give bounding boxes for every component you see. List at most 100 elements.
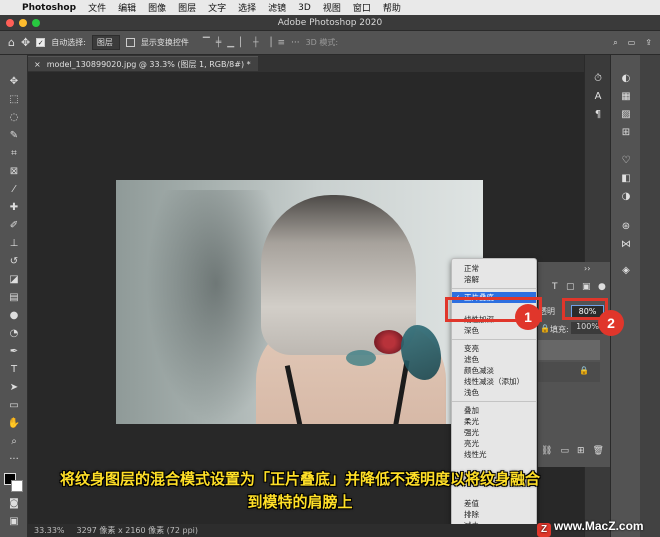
close-tab-icon[interactable]: × [34, 60, 41, 69]
align-left-icon[interactable]: ▏ [240, 38, 247, 48]
swatches-panel-icon[interactable]: ▦ [619, 91, 633, 103]
move-tool-icon[interactable]: ✥ [21, 36, 30, 49]
menu-help[interactable]: 帮助 [383, 1, 401, 14]
blend-lighten[interactable]: 变亮 [452, 343, 536, 354]
dropdown-separator [452, 401, 536, 402]
eraser-tool-icon[interactable]: ◪ [6, 273, 22, 287]
shape-filter-icon[interactable]: ▢ [566, 282, 575, 292]
patterns-panel-icon[interactable]: ⊞ [619, 127, 633, 139]
blend-hard-light[interactable]: 强光 [452, 427, 536, 438]
zoom-tool-icon[interactable]: ⌕ [6, 435, 22, 449]
hand-tool-icon[interactable]: ✋ [6, 417, 22, 431]
layer-row[interactable] [538, 362, 600, 382]
panel-menu-icon[interactable]: ›› [584, 264, 590, 273]
eyedropper-tool-icon[interactable]: ⁄ [6, 183, 22, 197]
align-bottom-icon[interactable]: ▁ [227, 38, 234, 48]
gradient-tool-icon[interactable]: ▤ [6, 291, 22, 305]
paths-panel-icon[interactable]: ⋈ [619, 239, 633, 251]
more-options-icon[interactable]: ··· [291, 38, 300, 48]
layers-panel-icon[interactable]: ◈ [619, 265, 633, 277]
blend-overlay[interactable]: 叠加 [452, 405, 536, 416]
align-top-icon[interactable]: ▔ [203, 38, 210, 48]
blend-lighter-color[interactable]: 浅色 [452, 387, 536, 398]
blend-dissolve[interactable]: 溶解 [452, 274, 536, 285]
align-buttons: ▔ ╪ ▁ ▏ ┼ ▕ ≡ ··· [203, 38, 300, 48]
adjustments-panel-icon[interactable]: ◑ [619, 191, 633, 203]
blend-color-dodge[interactable]: 颜色减淡 [452, 365, 536, 376]
history-panel-icon[interactable]: ⏱ [591, 73, 605, 85]
path-select-icon[interactable]: ➤ [6, 381, 22, 395]
marquee-tool-icon[interactable]: ⬚ [6, 93, 22, 107]
watermark-logo-icon: Z [537, 523, 551, 537]
blend-screen[interactable]: 滤色 [452, 354, 536, 365]
color-panel-icon[interactable]: ◐ [619, 73, 633, 85]
clone-stamp-icon[interactable]: ⊥ [6, 237, 22, 251]
show-transform-checkbox[interactable] [125, 38, 135, 47]
quick-mask-icon[interactable]: ◙ [6, 497, 22, 511]
lasso-tool-icon[interactable]: ◌ [6, 111, 22, 125]
auto-select-checkbox[interactable]: ✓ [36, 38, 46, 47]
align-middle-icon[interactable]: ╪ [216, 38, 221, 48]
close-window-button[interactable] [6, 19, 14, 27]
move-tool-icon[interactable]: ✥ [6, 75, 22, 89]
menu-edit[interactable]: 编辑 [118, 1, 136, 14]
blend-linear-light[interactable]: 线性光 [452, 449, 536, 460]
type-tool-icon[interactable]: T [6, 363, 22, 377]
workspace-icon[interactable]: ▭ [628, 38, 636, 48]
search-icon[interactable]: ⌕ [613, 38, 617, 48]
blend-normal[interactable]: 正常 [452, 263, 536, 274]
zoom-level[interactable]: 33.33% [34, 526, 65, 535]
menu-type[interactable]: 文字 [208, 1, 226, 14]
rectangle-tool-icon[interactable]: ▭ [6, 399, 22, 413]
tools-panel: ✥ ⬚ ◌ ✎ ⌗ ⊠ ⁄ ✚ ✐ ⊥ ↺ ◪ ▤ ● ◔ ✒ T ➤ ▭ ✋ … [0, 55, 28, 537]
character-panel-icon[interactable]: A [591, 91, 605, 103]
menu-window[interactable]: 窗口 [353, 1, 371, 14]
blend-soft-light[interactable]: 柔光 [452, 416, 536, 427]
smart-object-filter-icon[interactable]: ▣ [582, 282, 591, 292]
blend-linear-dodge[interactable]: 线性减淡（添加） [452, 376, 536, 387]
new-group-icon[interactable]: ▭ [560, 446, 569, 461]
menu-app-name[interactable]: Photoshop [22, 3, 76, 13]
learn-panel-icon[interactable]: ♡ [619, 155, 633, 167]
menu-image[interactable]: 图像 [148, 1, 166, 14]
auto-select-dropdown[interactable]: 图层 [91, 35, 120, 50]
dodge-tool-icon[interactable]: ◔ [6, 327, 22, 341]
crop-tool-icon[interactable]: ⌗ [6, 147, 22, 161]
channels-panel-icon[interactable]: ⊛ [619, 221, 633, 233]
delete-layer-icon[interactable]: 🗑 [593, 446, 604, 461]
brush-tool-icon[interactable]: ✐ [6, 219, 22, 233]
paragraph-panel-icon[interactable]: ¶ [591, 109, 605, 121]
layer-row-selected[interactable] [538, 340, 600, 360]
minimize-window-button[interactable] [19, 19, 27, 27]
blend-vivid-light[interactable]: 亮光 [452, 438, 536, 449]
link-layers-icon[interactable]: ⛓ [541, 446, 552, 461]
frame-tool-icon[interactable]: ⊠ [6, 165, 22, 179]
zoom-window-button[interactable] [32, 19, 40, 27]
distribute-icon[interactable]: ≡ [277, 38, 285, 48]
menu-select[interactable]: 选择 [238, 1, 256, 14]
gradients-panel-icon[interactable]: ▨ [619, 109, 633, 121]
menu-filter[interactable]: 滤镜 [268, 1, 286, 14]
blur-tool-icon[interactable]: ● [6, 309, 22, 323]
libraries-panel-icon[interactable]: ◧ [619, 173, 633, 185]
filter-toggle-icon[interactable]: ● [598, 282, 606, 292]
history-brush-icon[interactable]: ↺ [6, 255, 22, 269]
new-layer-icon[interactable]: ⊞ [577, 446, 585, 461]
healing-brush-icon[interactable]: ✚ [6, 201, 22, 215]
document-tab[interactable]: × model_130899020.jpg @ 33.3% (图层 1, RGB… [28, 56, 258, 71]
menu-view[interactable]: 视图 [323, 1, 341, 14]
quick-select-tool-icon[interactable]: ✎ [6, 129, 22, 143]
lock-icon[interactable]: 🔒 [540, 324, 550, 333]
align-center-icon[interactable]: ┼ [253, 38, 258, 48]
menu-layer[interactable]: 图层 [178, 1, 196, 14]
home-icon[interactable]: ⌂ [8, 36, 15, 49]
more-tools-icon[interactable]: ··· [6, 453, 22, 467]
align-right-icon[interactable]: ▕ [265, 38, 272, 48]
share-icon[interactable]: ⇪ [645, 38, 652, 48]
background-color-swatch[interactable] [11, 480, 23, 492]
pen-tool-icon[interactable]: ✒ [6, 345, 22, 359]
screen-mode-icon[interactable]: ▣ [6, 515, 22, 529]
menu-3d[interactable]: 3D [298, 3, 311, 13]
menu-file[interactable]: 文件 [88, 1, 106, 14]
type-filter-icon[interactable]: T [552, 282, 558, 292]
